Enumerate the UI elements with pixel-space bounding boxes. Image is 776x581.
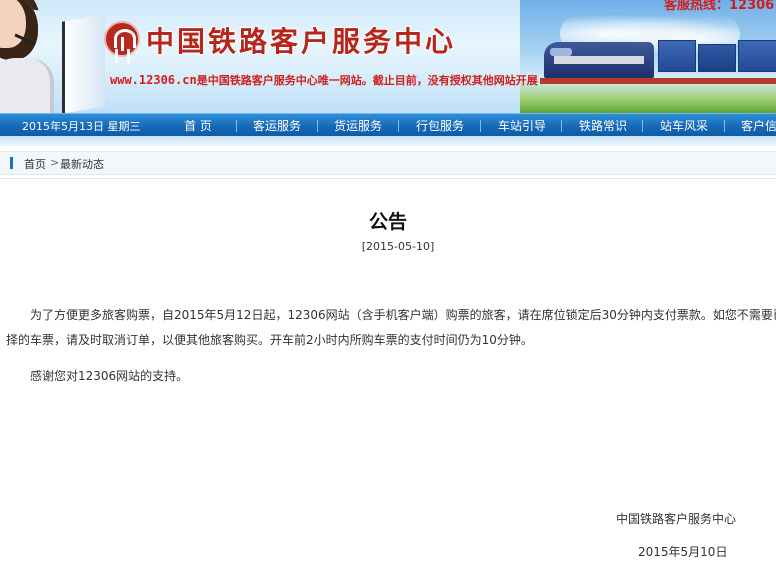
nav-separator	[317, 120, 318, 132]
notice-thanks: 感谢您对12306网站的支持。	[30, 369, 189, 383]
nav-item-customer-info[interactable]: 客户信	[731, 117, 776, 135]
notice-title: 公告	[368, 211, 407, 233]
nav-item-baggage-service[interactable]: 行包服务	[405, 117, 475, 135]
nav-separator	[724, 120, 725, 132]
slogan-url: www.12306.cn	[110, 73, 197, 87]
nav-item-station-style[interactable]: 站车风采	[649, 117, 719, 135]
main-nav: 2015年5月13日 星期三 首 页 客运服务 货运服务 行包服务 车站引导 铁…	[0, 113, 776, 137]
nav-separator	[642, 120, 643, 132]
nav-separator	[236, 120, 237, 132]
hotline-text: 客服热线：12306	[664, 0, 775, 13]
notice-paragraph-line: 择的车票，请及时取消订单，以便其他旅客购买。开车前2小时内所购车票的支付时间仍为…	[6, 333, 533, 347]
nav-item-station-guide[interactable]: 车站引导	[487, 117, 557, 135]
header-banner: 中国铁路客户服务中心 客服热线：12306 www.12306.cn是中国铁路客…	[0, 0, 776, 113]
site-title: 中国铁路客户服务中心	[146, 25, 457, 58]
notice-paragraph-line: 为了方便更多旅客购票，自2015年5月12日起，12306网站（含手机客户端）购…	[30, 308, 776, 322]
breadcrumb-current[interactable]: 最新动态	[60, 156, 104, 172]
nav-separator	[398, 120, 399, 132]
breadcrumb: 首页 > 最新动态	[0, 151, 776, 175]
notice-content: 公告 [2015-05-10] 为了方便更多旅客购票，自2015年5月12日起，…	[0, 178, 776, 581]
site-slogan: www.12306.cn是中国铁路客户服务中心唯一网站。截止目前，没有授权其他网…	[110, 72, 538, 88]
nav-item-passenger-service[interactable]: 客运服务	[242, 117, 312, 135]
nav-item-home[interactable]: 首 页	[168, 117, 228, 135]
nav-separator	[480, 120, 481, 132]
railway-logo-icon	[104, 21, 140, 57]
slogan-text: 是中国铁路客户服务中心唯一网站。截止目前，没有授权其他网站开展	[196, 74, 538, 87]
nav-separator	[561, 120, 562, 132]
nav-subbar	[0, 136, 776, 146]
breadcrumb-marker-icon	[10, 157, 13, 169]
notice-date: [2015-05-10]	[361, 240, 435, 253]
train-image	[540, 40, 776, 84]
nav-item-freight-service[interactable]: 货运服务	[323, 117, 393, 135]
notice-sign-date: 2015年5月10日	[638, 545, 728, 559]
breadcrumb-home-link[interactable]: 首页	[24, 156, 46, 172]
notice-signature: 中国铁路客户服务中心	[616, 512, 737, 526]
nav-date: 2015年5月13日 星期三	[22, 120, 141, 133]
breadcrumb-separator: >	[50, 156, 60, 169]
customer-service-agent-image	[0, 0, 105, 113]
nav-item-railway-knowledge[interactable]: 铁路常识	[568, 117, 638, 135]
